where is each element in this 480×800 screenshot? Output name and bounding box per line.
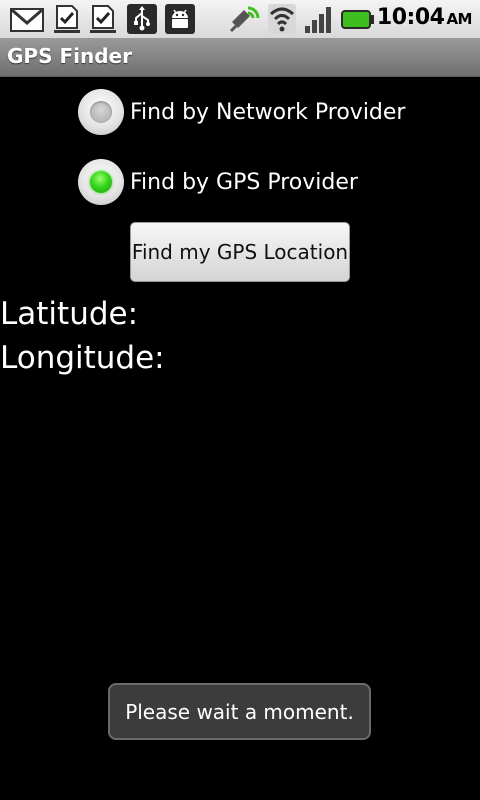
radio-label-network: Find by Network Provider <box>130 99 406 125</box>
clock-time: 10:04 <box>376 5 445 30</box>
task-done-icon <box>90 5 116 33</box>
gps-satellite-icon <box>229 6 260 33</box>
battery-icon <box>341 10 374 29</box>
radio-gps-provider[interactable]: Find by GPS Provider <box>78 158 358 206</box>
latitude-label: Latitude: <box>0 296 139 332</box>
longitude-label: Longitude: <box>0 340 165 376</box>
toast-message: Please wait a moment. <box>108 683 371 740</box>
gmail-icon <box>10 8 44 32</box>
usb-icon <box>127 4 157 34</box>
wifi-icon <box>268 4 296 34</box>
status-bar: 10:04 AM <box>0 0 480 39</box>
find-location-button[interactable]: Find my GPS Location <box>130 222 350 282</box>
radio-label-gps: Find by GPS Provider <box>130 169 358 195</box>
app-title-bar: GPS Finder <box>0 38 480 77</box>
app-title: GPS Finder <box>7 44 132 68</box>
radio-button-checked[interactable] <box>78 159 124 205</box>
status-clock: 10:04 AM <box>376 5 473 30</box>
signal-icon <box>305 7 331 33</box>
radio-button-unchecked[interactable] <box>78 89 124 135</box>
task-done-icon <box>54 5 80 33</box>
android-debug-icon <box>165 4 195 34</box>
radio-network-provider[interactable]: Find by Network Provider <box>78 88 405 136</box>
clock-ampm: AM <box>446 10 472 28</box>
